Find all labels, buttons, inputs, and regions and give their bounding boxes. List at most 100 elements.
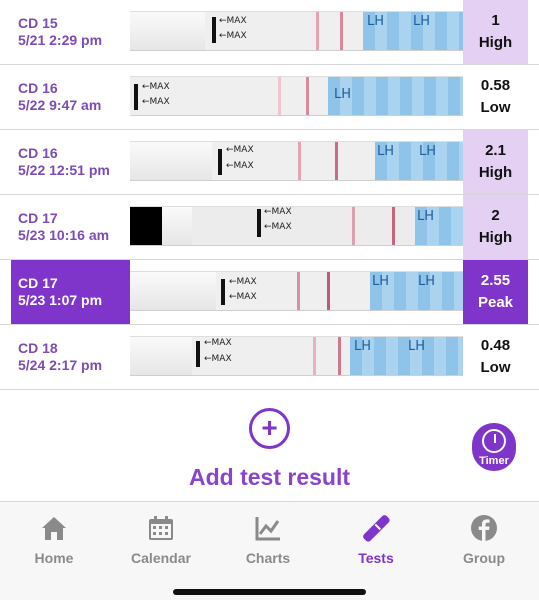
tab-home[interactable]: Home — [4, 514, 104, 566]
strip-max-label: ←MAX — [264, 222, 292, 232]
strip-lh-label: LH — [413, 14, 431, 29]
strip-lh-label: LH — [367, 14, 385, 29]
tab-label: Tests — [358, 550, 394, 566]
test-datetime: 5/22 12:51 pm — [18, 162, 110, 178]
strip-max-label: ←MAX — [204, 338, 232, 348]
add-test-result-button[interactable]: Add test result — [0, 464, 539, 491]
test-result: 0.48 Low — [463, 325, 528, 389]
facebook-icon — [470, 514, 498, 542]
test-result: 2 High — [463, 195, 528, 259]
test-line — [340, 12, 343, 50]
test-line — [313, 337, 316, 375]
strip-brand-area: LH LH — [370, 272, 463, 310]
strip-brand-area: LH — [328, 77, 463, 115]
cycle-day: CD 16 — [18, 80, 58, 96]
strip-max-label: ←MAX — [229, 277, 257, 287]
strip-lh-label: LH — [334, 87, 352, 102]
strip-max-label: ←MAX — [219, 31, 247, 41]
timer-button[interactable]: Timer — [472, 423, 516, 471]
plus-circle-icon[interactable]: + — [249, 408, 290, 449]
result-value: 2.55 — [480, 272, 511, 289]
test-result: 0.58 Low — [463, 65, 528, 129]
strip-brand-area: LH LH — [375, 142, 463, 180]
result-value: 2 — [491, 207, 500, 224]
control-line — [335, 142, 338, 180]
test-row[interactable]: CD 18 5/24 2:17 pm ←MAX ←MAX LH LH 0.48 … — [0, 325, 539, 390]
test-strip-photo: ←MAX ←MAX LH LH — [130, 336, 463, 376]
test-row[interactable]: CD 16 5/22 12:51 pm ←MAX ←MAX LH LH 2.1 … — [0, 130, 539, 195]
test-line — [278, 77, 281, 115]
cycle-day: CD 17 — [18, 275, 58, 291]
home-indicator[interactable] — [173, 589, 366, 595]
strip-handle — [130, 142, 212, 180]
strip-brand-area: LH — [415, 207, 463, 245]
control-line — [306, 77, 309, 115]
strip-handle — [130, 12, 205, 50]
test-info: CD 18 5/24 2:17 pm — [11, 325, 130, 389]
strip-brand-area: LH LH — [363, 12, 463, 50]
test-info: CD 17 5/23 1:07 pm — [11, 260, 130, 324]
test-result: 2.1 High — [463, 130, 528, 194]
test-strip-photo: ←MAX ←MAX LH — [130, 76, 463, 116]
cycle-day: CD 15 — [18, 15, 58, 31]
strip-max-bar — [134, 84, 138, 110]
test-info: CD 16 5/22 9:47 am — [11, 65, 130, 129]
result-value: 1 — [491, 12, 500, 29]
strip-handle — [130, 272, 216, 310]
strip-max-label: ←MAX — [226, 161, 254, 171]
test-strip-photo: ←MAX ←MAX LH LH — [130, 271, 463, 311]
result-level: Peak — [477, 294, 514, 311]
stopwatch-icon — [482, 429, 506, 453]
test-line — [352, 207, 355, 245]
test-datetime: 5/24 2:17 pm — [18, 357, 103, 373]
result-value: 0.58 — [480, 77, 511, 94]
strip-max-label: ←MAX — [226, 145, 254, 155]
strip-lh-label: LH — [377, 144, 395, 159]
tab-charts[interactable]: Charts — [218, 514, 318, 566]
test-row[interactable]: CD 17 5/23 10:16 am ←MAX ←MAX LH 2 High — [0, 195, 539, 260]
tab-calendar[interactable]: Calendar — [111, 514, 211, 566]
strip-max-bar — [257, 209, 261, 237]
result-level: Low — [480, 359, 511, 376]
strip-lh-label: LH — [419, 144, 437, 159]
test-info: CD 15 5/21 2:29 pm — [11, 0, 130, 64]
cycle-day: CD 18 — [18, 340, 58, 356]
cycle-day: CD 17 — [18, 210, 58, 226]
control-line — [338, 337, 341, 375]
strip-handle — [162, 207, 192, 245]
test-strip-icon — [362, 514, 390, 542]
strip-max-bar — [196, 341, 200, 367]
test-info: CD 16 5/22 12:51 pm — [11, 130, 130, 194]
cycle-day: CD 16 — [18, 145, 58, 161]
dark-edge — [130, 207, 162, 245]
control-line — [316, 12, 319, 50]
calendar-icon — [147, 514, 175, 542]
test-row[interactable]: CD 17 5/23 1:07 pm ←MAX ←MAX LH LH 2.55 … — [0, 260, 539, 325]
test-row[interactable]: CD 15 5/21 2:29 pm ←MAX ←MAX LH LH 1 Hig… — [0, 0, 539, 65]
test-result: 1 High — [463, 0, 528, 64]
test-row[interactable]: CD 16 5/22 9:47 am ←MAX ←MAX LH 0.58 Low — [0, 65, 539, 130]
result-level: Low — [480, 99, 511, 116]
result-level: High — [478, 34, 513, 51]
strip-handle — [130, 337, 192, 375]
strip-brand-area: LH LH — [350, 337, 463, 375]
tab-label: Home — [34, 550, 74, 566]
strip-max-label: ←MAX — [264, 207, 292, 217]
control-line — [392, 207, 395, 245]
test-datetime: 5/21 2:29 pm — [18, 32, 103, 48]
strip-lh-label: LH — [408, 339, 426, 354]
tab-tests[interactable]: Tests — [326, 514, 426, 566]
strip-lh-label: LH — [417, 209, 435, 224]
strip-max-label: ←MAX — [204, 354, 232, 364]
home-icon — [40, 514, 68, 542]
tab-group[interactable]: Group — [434, 514, 534, 566]
strip-max-bar — [218, 149, 222, 175]
test-results-list: CD 15 5/21 2:29 pm ←MAX ←MAX LH LH 1 Hig… — [0, 0, 539, 390]
strip-max-label: ←MAX — [229, 292, 257, 302]
tab-label: Charts — [245, 550, 291, 566]
strip-max-label: ←MAX — [219, 16, 247, 26]
test-strip-photo: ←MAX ←MAX LH LH — [130, 141, 463, 181]
test-line — [297, 272, 300, 310]
strip-max-bar — [212, 17, 216, 43]
strip-max-label: ←MAX — [142, 97, 170, 107]
